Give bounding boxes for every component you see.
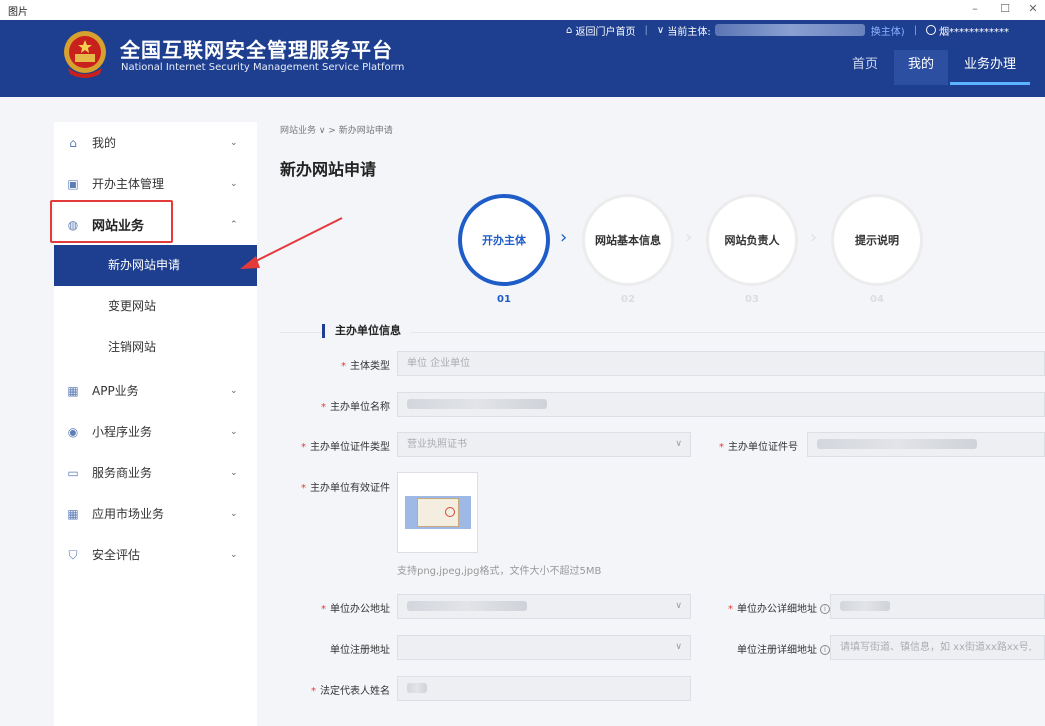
sidebar-subitem-cancel-website[interactable]: 注销网站 xyxy=(54,327,257,368)
office-detail-field[interactable] xyxy=(830,594,1045,619)
chevron-right-icon: › xyxy=(560,227,568,248)
nav-home[interactable]: 首页 xyxy=(838,50,892,85)
office-address-select[interactable]: ∨ xyxy=(397,594,691,619)
section-title: 主办单位信息 xyxy=(322,324,411,338)
chevron-down-icon: ⌄ xyxy=(230,508,238,519)
step-number: 04 xyxy=(870,294,884,305)
chevron-right-icon: › xyxy=(810,227,818,248)
monitor-icon: ▭ xyxy=(67,465,79,480)
sidebar-item-label: 安全评估 xyxy=(92,548,141,562)
nav-more[interactable]: 系 xyxy=(1030,50,1045,85)
step-notes[interactable]: 提示说明 xyxy=(831,194,923,286)
reg-address-select[interactable]: ∨ xyxy=(397,635,691,660)
sidebar-item-entity-management[interactable]: ▣ 开办主体管理 ⌄ xyxy=(54,163,257,204)
window-title: 图片 xyxy=(8,7,28,18)
cert-type-label: * 主办单位证件类型 xyxy=(301,442,390,453)
sidebar-item-label: 服务商业务 xyxy=(92,466,153,480)
info-icon: i xyxy=(820,604,830,614)
step-entity[interactable]: 开办主体 xyxy=(458,194,550,286)
certificate-thumbnail[interactable] xyxy=(405,496,471,529)
home-icon: ⌂ xyxy=(69,135,77,150)
page-title: 新办网站申请 xyxy=(280,160,377,179)
site-subtitle: National Internet Security Management Se… xyxy=(121,62,405,73)
window-title-bar: 图片 – ☐ ✕ xyxy=(0,0,1045,20)
chevron-down-icon: ⌄ xyxy=(230,178,238,189)
briefcase-icon: ▣ xyxy=(67,176,79,191)
top-nav: 首页 我的 业务办理 系 xyxy=(838,50,1045,97)
sidebar-item-service-provider[interactable]: ▭ 服务商业务 ⌄ xyxy=(54,452,257,493)
reg-detail-field[interactable]: 请填写街道、镇信息，如 xx街道xx路xx号, xyxy=(830,635,1045,660)
sidebar-item-label: 开办主体管理 xyxy=(92,177,165,191)
sidebar-subitem-new-website[interactable]: 新办网站申请 xyxy=(54,245,257,286)
sidebar-subitem-change-website[interactable]: 变更网站 xyxy=(54,286,257,327)
step-website-info[interactable]: 网站基本信息 xyxy=(582,194,674,286)
nav-mine[interactable]: 我的 xyxy=(894,50,949,85)
annotation-highlight-box xyxy=(50,200,173,243)
upload-hint: 支持png,jpeg,jpg格式，文件大小不超过5MB xyxy=(397,566,602,577)
sidebar-item-mini-program[interactable]: ◉ 小程序业务 ⌄ xyxy=(54,411,257,452)
org-name-field xyxy=(397,392,1045,417)
chevron-down-icon: ∨ xyxy=(675,439,682,449)
sidebar-item-security-assessment[interactable]: ⛉ 安全评估 ⌄ xyxy=(54,534,257,575)
current-entity-value xyxy=(714,24,865,36)
office-detail-label: * 单位办公详细地址 i xyxy=(728,600,830,615)
nav-business[interactable]: 业务办理 xyxy=(950,50,1031,85)
grid-icon: ▦ xyxy=(67,383,79,398)
reg-address-label: 单位注册地址 xyxy=(330,645,390,656)
legal-rep-label: * 法定代表人姓名 xyxy=(311,686,390,697)
entity-type-label: * 主体类型 xyxy=(341,361,390,372)
chevron-down-icon: ⌄ xyxy=(230,549,238,560)
cert-type-select[interactable]: 营业执照证书 ∨ xyxy=(397,432,691,457)
breadcrumb[interactable]: 网站业务 ∨ > 新办网站申请 xyxy=(280,123,393,136)
reg-detail-label: 单位注册详细地址 i xyxy=(737,641,830,656)
sidebar-item-mine[interactable]: ⌂ 我的 ⌄ xyxy=(54,122,257,163)
cert-no-label: * 主办单位证件号 xyxy=(719,442,798,453)
top-links: ⌂ 返回门户首页 | ∨ 当前主体: 换主体) | 烟************ xyxy=(566,23,1010,38)
switch-entity-link[interactable]: 换主体) xyxy=(871,23,905,38)
valid-cert-label: * 主办单位有效证件 xyxy=(301,483,390,494)
step-number: 02 xyxy=(621,294,635,305)
sidebar-item-label: 我的 xyxy=(92,136,117,150)
maximize-button[interactable]: ☐ xyxy=(990,0,1020,20)
chevron-down-icon: ⌄ xyxy=(230,426,238,437)
main-content: 网站业务 ∨ > 新办网站申请 新办网站申请 开办主体 01 › 网站基本信息 … xyxy=(270,110,1045,726)
chevron-down-icon: ⌄ xyxy=(230,137,238,148)
chevron-down-icon: ⌄ xyxy=(230,385,238,396)
site-header: 全国互联网安全管理服务平台 National Internet Security… xyxy=(0,20,1045,97)
back-portal-link[interactable]: 返回门户首页 xyxy=(576,23,636,38)
step-website-owner[interactable]: 网站负责人 xyxy=(706,194,798,286)
sidebar-item-label: APP业务 xyxy=(92,384,139,398)
entity-type-field: 单位 企业单位 xyxy=(397,351,1045,376)
legal-rep-field xyxy=(397,676,691,701)
shield-icon: ⛉ xyxy=(68,547,78,562)
sidebar-item-app-business[interactable]: ▦ APP业务 ⌄ xyxy=(54,370,257,411)
org-name-label: * 主办单位名称 xyxy=(321,402,390,413)
grid-icon: ▦ xyxy=(67,506,79,521)
chevron-right-icon: › xyxy=(685,227,693,248)
sidebar-item-label: 应用市场业务 xyxy=(92,507,165,521)
minimize-button[interactable]: – xyxy=(960,0,990,20)
user-icon xyxy=(926,25,937,35)
current-entity-label: 当前主体: xyxy=(667,26,711,38)
home-icon: ⌂ xyxy=(566,24,576,36)
chevron-down-icon: ∨ xyxy=(656,24,668,36)
sidebar-item-app-market[interactable]: ▦ 应用市场业务 ⌄ xyxy=(54,493,257,534)
certificate-upload[interactable] xyxy=(397,472,478,553)
chevron-down-icon: ∨ xyxy=(675,642,682,652)
chevron-down-icon: ∨ xyxy=(675,601,682,611)
site-title: 全国互联网安全管理服务平台 xyxy=(120,38,393,62)
national-emblem-icon xyxy=(64,31,106,78)
close-button[interactable]: ✕ xyxy=(1018,0,1045,20)
office-address-label: * 单位办公地址 xyxy=(321,604,390,615)
step-number: 03 xyxy=(745,294,759,305)
info-icon: i xyxy=(820,645,830,655)
compass-icon: ◉ xyxy=(67,424,79,439)
cert-no-field xyxy=(807,432,1045,457)
user-name[interactable]: 烟************ xyxy=(939,23,1009,38)
sidebar-item-label: 小程序业务 xyxy=(92,425,153,439)
chevron-down-icon: ⌄ xyxy=(230,467,238,478)
step-number: 01 xyxy=(497,294,511,305)
